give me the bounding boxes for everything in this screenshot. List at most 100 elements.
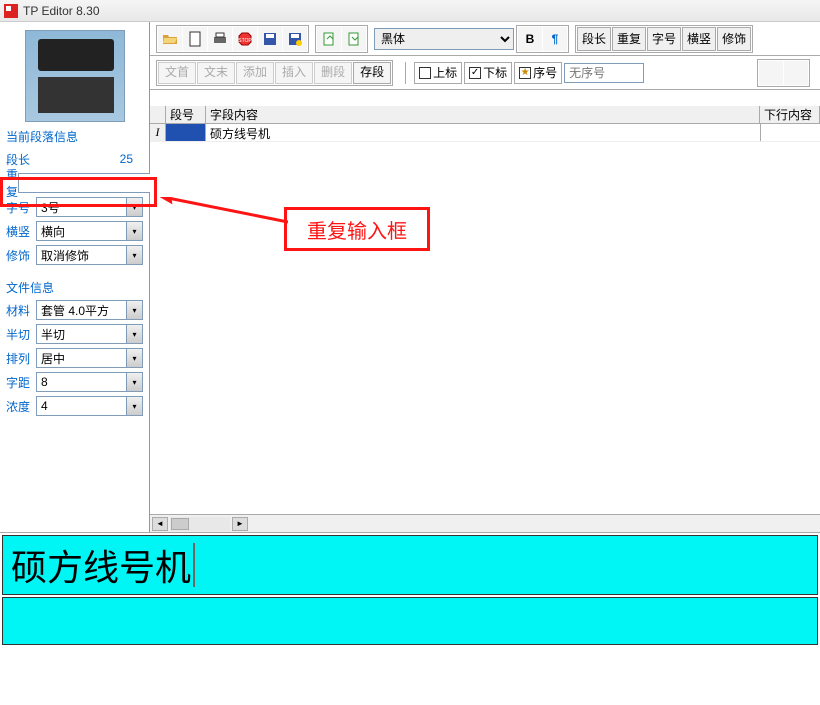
superscript-toggle[interactable]: 上标 <box>414 62 462 84</box>
scroll-track[interactable] <box>170 517 230 531</box>
grid-header-next[interactable]: 下行内容 <box>760 106 820 123</box>
toolbar-main: STOP 黑体 B ¶ 段长 重复 字号 横竖 修饰 <box>150 22 820 56</box>
row-spacing: 字距 8 ▾ <box>0 370 149 394</box>
chevron-down-icon: ▾ <box>126 373 142 391</box>
row-repeat: 重复 <box>0 171 149 195</box>
right-panel: STOP 黑体 B ¶ 段长 重复 字号 横竖 修饰 <box>150 22 820 532</box>
row-align: 排列 居中 ▾ <box>0 346 149 370</box>
font-family-select[interactable]: 黑体 <box>374 28 514 50</box>
preview-strip-1[interactable]: 硕方线号机 <box>2 535 818 595</box>
row-cursor-icon: I <box>150 124 166 141</box>
checkbox-icon: ✓ <box>469 67 481 79</box>
row-material: 材料 套管 4.0平方 ▾ <box>0 298 149 322</box>
bold-button[interactable]: B <box>518 27 542 51</box>
text-cursor-icon <box>193 543 195 587</box>
export2-button[interactable] <box>342 27 366 51</box>
export1-button[interactable] <box>317 27 341 51</box>
saveas-button[interactable] <box>283 27 307 51</box>
deco-button[interactable]: 修饰 <box>717 27 751 51</box>
row-halfcut: 半切 半切 ▾ <box>0 322 149 346</box>
app-icon <box>4 4 18 18</box>
toolbar-prop-group: 段长 重复 字号 横竖 修饰 <box>575 25 753 53</box>
chevron-down-icon: ▾ <box>126 222 142 240</box>
left-panel: 当前段落信息 段长 25 重复 字号 3号 ▾ 横竖 横向 ▾ 修饰 <box>0 22 150 532</box>
open-button[interactable] <box>158 27 182 51</box>
scroll-right-icon[interactable]: ► <box>232 517 248 531</box>
new-button[interactable] <box>183 27 207 51</box>
sequence-toggle[interactable]: ★ 序号 <box>514 62 562 84</box>
extra2-button[interactable] <box>784 61 808 85</box>
row-seglen: 段长 25 <box>0 147 149 171</box>
fontsize-select[interactable]: 3号 ▾ <box>36 197 143 217</box>
chevron-down-icon: ▾ <box>126 198 142 216</box>
add-button[interactable]: 添加 <box>236 62 274 84</box>
halfcut-label: 半切 <box>6 326 36 343</box>
preview-text: 硕方线号机 <box>11 539 191 591</box>
spacing-select[interactable]: 8 ▾ <box>36 372 143 392</box>
main-content: 当前段落信息 段长 25 重复 字号 3号 ▾ 横竖 横向 ▾ 修饰 <box>0 22 820 532</box>
halfcut-select[interactable]: 半切 ▾ <box>36 324 143 344</box>
device-preview-image <box>25 30 125 122</box>
orient-select[interactable]: 横向 ▾ <box>36 221 143 241</box>
chevron-down-icon: ▾ <box>126 397 142 415</box>
preview-area: 硕方线号机 <box>0 532 820 705</box>
insert-button[interactable]: 插入 <box>275 62 313 84</box>
orient-button[interactable]: 横竖 <box>682 27 716 51</box>
toolbar-edit: 文首 文末 添加 插入 删段 存段 上标 ✓ 下标 ★ 序号 <box>150 56 820 90</box>
delete-button[interactable]: 删段 <box>314 62 352 84</box>
row-decoration: 修饰 取消修饰 ▾ <box>0 243 149 267</box>
align-select[interactable]: 居中 ▾ <box>36 348 143 368</box>
orient-label: 横竖 <box>6 223 36 240</box>
sequence-input[interactable] <box>564 63 644 83</box>
toolbar-export-group <box>315 25 368 53</box>
separator <box>405 62 406 84</box>
saveseg-button[interactable]: 存段 <box>353 62 391 84</box>
chevron-down-icon: ▾ <box>126 246 142 264</box>
table-row[interactable]: I 硕方线号机 <box>150 124 820 142</box>
row-orientation: 横竖 横向 ▾ <box>0 219 149 243</box>
row-next-cell <box>760 124 820 141</box>
star-icon: ★ <box>519 67 531 79</box>
row-segno-cell <box>166 124 206 141</box>
scroll-thumb[interactable] <box>171 518 189 530</box>
repeat-button[interactable]: 重复 <box>612 27 646 51</box>
save-button[interactable] <box>258 27 282 51</box>
checkbox-icon <box>419 67 431 79</box>
grid-header: 段号 字段内容 下行内容 <box>150 106 820 124</box>
material-label: 材料 <box>6 302 36 319</box>
fontsize-button[interactable]: 字号 <box>647 27 681 51</box>
grid-header-segno[interactable]: 段号 <box>166 106 206 123</box>
spacing-label: 字距 <box>6 374 36 391</box>
chevron-down-icon: ▾ <box>126 325 142 343</box>
row-density: 浓度 4 ▾ <box>0 394 149 418</box>
fontsize-label: 字号 <box>6 199 36 216</box>
titlebar: TP Editor 8.30 <box>0 0 820 22</box>
density-select[interactable]: 4 ▾ <box>36 396 143 416</box>
svg-text:STOP: STOP <box>238 38 252 44</box>
seglen-value: 25 <box>36 152 143 166</box>
row-content-cell: 硕方线号机 <box>206 124 760 141</box>
deco-select[interactable]: 取消修饰 ▾ <box>36 245 143 265</box>
stop-button[interactable]: STOP <box>233 27 257 51</box>
section-current-paragraph: 当前段落信息 <box>0 126 149 147</box>
grid-header-index <box>150 106 166 123</box>
preview-strip-2[interactable] <box>2 597 818 645</box>
material-select[interactable]: 套管 4.0平方 ▾ <box>36 300 143 320</box>
tail-button[interactable]: 文末 <box>197 62 235 84</box>
window-title: TP Editor 8.30 <box>23 4 100 18</box>
horizontal-scrollbar[interactable]: ◄ ► <box>150 514 820 532</box>
subscript-toggle[interactable]: ✓ 下标 <box>464 62 512 84</box>
chevron-down-icon: ▾ <box>126 301 142 319</box>
scroll-left-icon[interactable]: ◄ <box>152 517 168 531</box>
extra1-button[interactable] <box>759 61 783 85</box>
seglen-label: 段长 <box>6 151 36 168</box>
toolbar-style-group: B ¶ <box>516 25 569 53</box>
grid-header-content[interactable]: 字段内容 <box>206 106 760 123</box>
seglen-button[interactable]: 段长 <box>577 27 611 51</box>
print-button[interactable] <box>208 27 232 51</box>
paragraph-button[interactable]: ¶ <box>543 27 567 51</box>
head-button[interactable]: 文首 <box>158 62 196 84</box>
align-label: 排列 <box>6 350 36 367</box>
grid-body[interactable] <box>150 142 820 514</box>
deco-label: 修饰 <box>6 247 36 264</box>
